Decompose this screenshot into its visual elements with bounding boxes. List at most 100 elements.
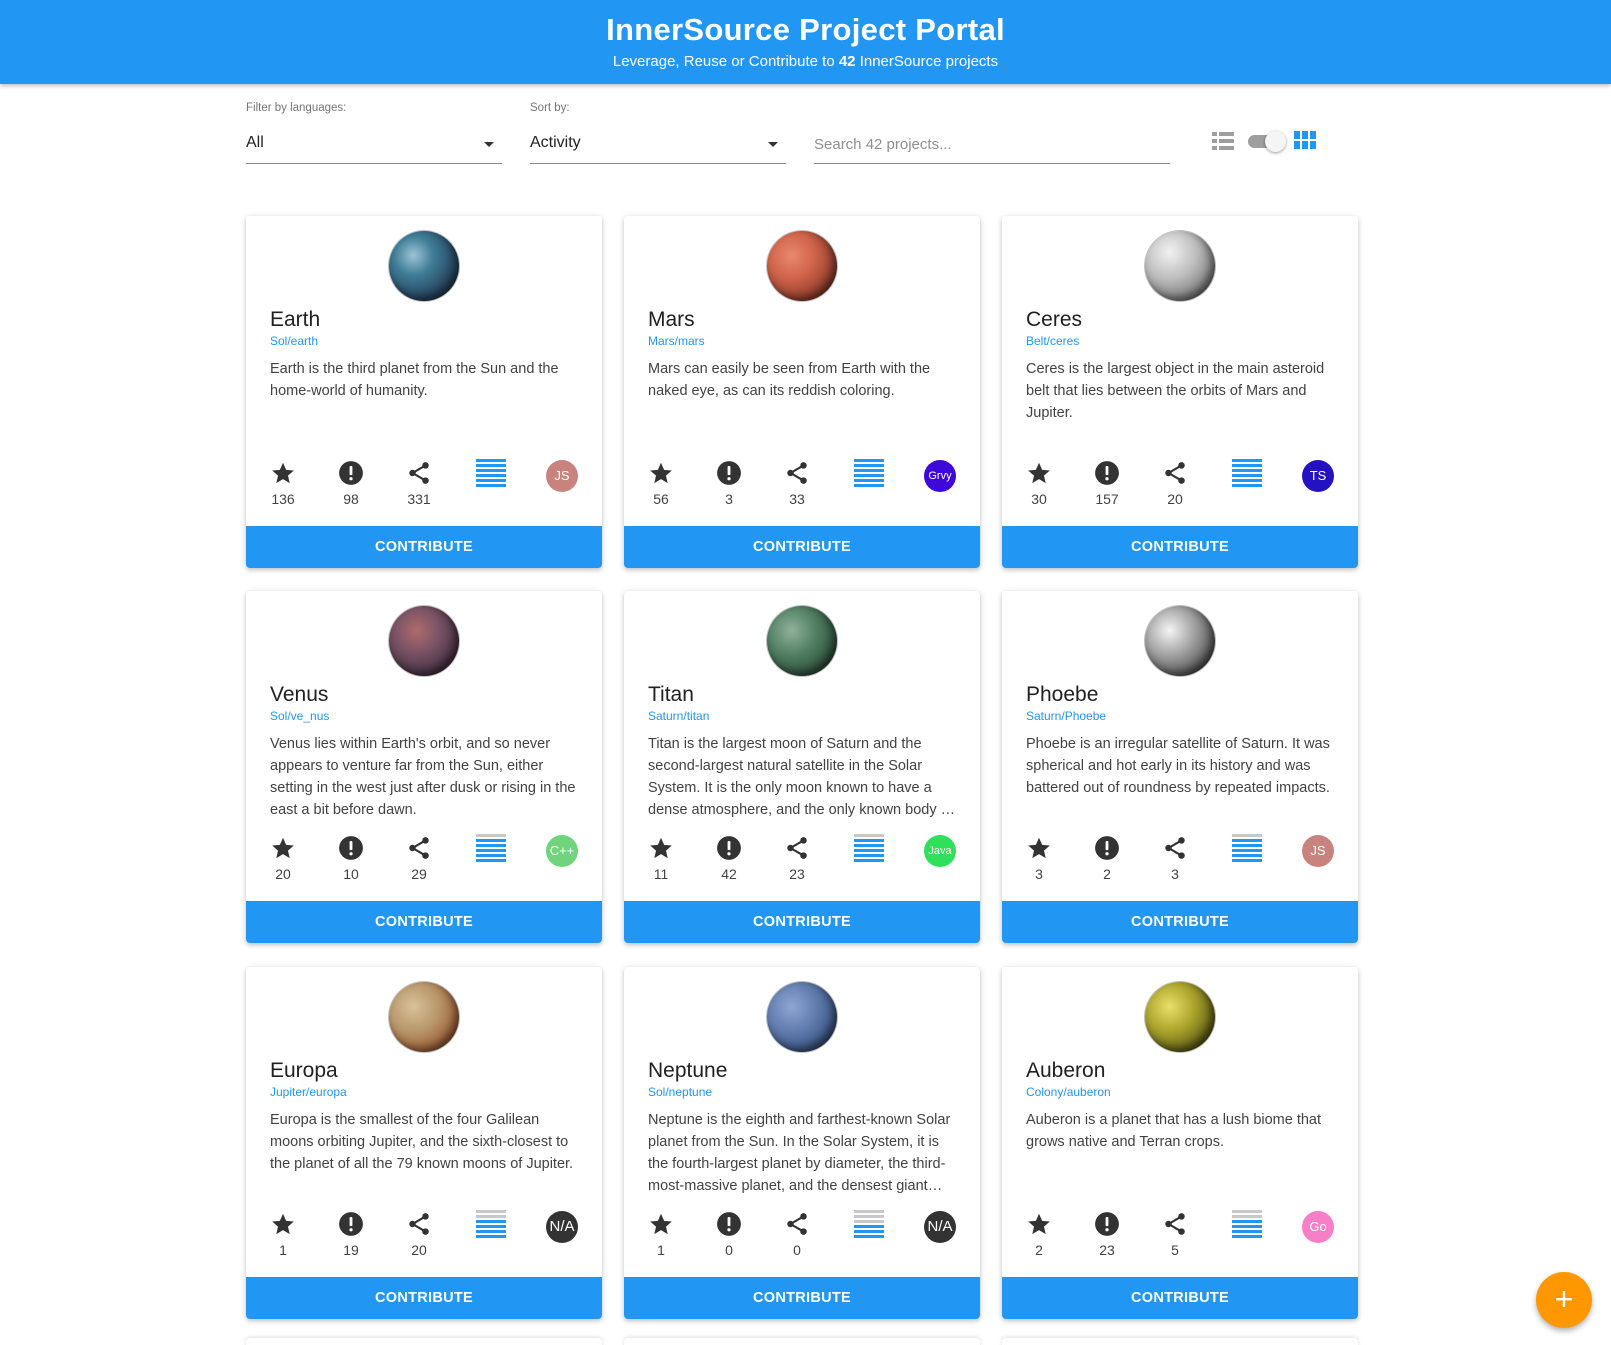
activity-bar: [1232, 469, 1262, 472]
activity-bar: [476, 484, 506, 487]
project-logo: [389, 982, 459, 1052]
project-repo-link[interactable]: Saturn/Phoebe: [1026, 709, 1106, 723]
project-title[interactable]: Auberon: [1026, 1059, 1105, 1083]
activity-bar: [476, 839, 506, 842]
issues-count: 3: [725, 491, 733, 507]
project-issues: 23: [1079, 1211, 1135, 1258]
activity-bar: [1232, 459, 1262, 462]
project-forks: 331: [391, 460, 447, 507]
project-card[interactable]: Neptune Sol/neptune Neptune is the eighth …: [624, 967, 980, 1319]
activity-bar: [854, 844, 884, 847]
language-badge: JS: [546, 460, 578, 492]
activity-bar: [1232, 1230, 1262, 1233]
project-repo-link[interactable]: Sol/ve_nus: [270, 709, 329, 723]
issues-count: 10: [343, 866, 359, 882]
language-badge: JS: [1302, 835, 1334, 867]
project-repo-link[interactable]: Belt/ceres: [1026, 334, 1079, 348]
activity-bar: [1232, 1210, 1262, 1213]
activity-bars-icon: [1232, 459, 1262, 487]
project-repo-link[interactable]: Saturn/titan: [648, 709, 709, 723]
activity-bar: [1232, 854, 1262, 857]
issues-count: 2: [1103, 866, 1111, 882]
project-repo-link[interactable]: Colony/auberon: [1026, 1085, 1111, 1099]
stars-count: 30: [1031, 491, 1047, 507]
project-forks: 20: [1147, 460, 1203, 507]
activity-bar: [476, 464, 506, 467]
project-title[interactable]: Earth: [270, 308, 320, 332]
project-issues: 98: [323, 460, 379, 507]
activity-bar: [854, 1235, 884, 1238]
project-forks: 23: [769, 835, 825, 882]
activity-bars-icon: [854, 459, 884, 487]
project-title[interactable]: Titan: [648, 683, 694, 707]
activity-bar: [1232, 474, 1262, 477]
stars-count: 3: [1035, 866, 1043, 882]
project-forks: 0: [769, 1211, 825, 1258]
language-badge: N/A: [924, 1211, 956, 1243]
language-filter[interactable]: Filter by languages: All: [246, 102, 502, 164]
language-select[interactable]: All: [246, 122, 502, 164]
contribute-button[interactable]: CONTRIBUTE: [624, 1277, 980, 1319]
filter-toolbar: Filter by languages: All Sort by: Activi…: [246, 102, 1346, 172]
star-icon: [270, 1211, 296, 1237]
activity-bar: [476, 844, 506, 847]
contribute-button[interactable]: CONTRIBUTE: [246, 901, 602, 943]
project-card[interactable]: Earth Sol/earth Earth is the third planet …: [246, 216, 602, 568]
issues-count: 157: [1095, 491, 1119, 507]
contribute-button[interactable]: CONTRIBUTE: [246, 1277, 602, 1319]
contribute-button[interactable]: CONTRIBUTE: [1002, 1277, 1358, 1319]
project-title[interactable]: Venus: [270, 683, 328, 707]
issues-count: 0: [725, 1242, 733, 1258]
view-toggle[interactable]: [1212, 130, 1332, 154]
project-issues: 42: [701, 835, 757, 882]
contribute-button[interactable]: CONTRIBUTE: [1002, 526, 1358, 568]
switch-knob[interactable]: [1265, 131, 1286, 152]
view-switch[interactable]: [1248, 131, 1286, 152]
grid-view-icon[interactable]: [1294, 131, 1316, 149]
activity-bar: [854, 464, 884, 467]
sort-select[interactable]: Activity: [530, 122, 786, 164]
activity-bars-icon: [476, 834, 506, 862]
project-repo-link[interactable]: Jupiter/europa: [270, 1085, 347, 1099]
project-repo-link[interactable]: Sol/earth: [270, 334, 318, 348]
project-logo: [1145, 982, 1215, 1052]
activity-bar: [476, 834, 506, 837]
stars-count: 11: [653, 866, 669, 882]
project-repo-link[interactable]: Sol/neptune: [648, 1085, 712, 1099]
project-card[interactable]: Mars Mars/mars Mars can easily be seen fro…: [624, 216, 980, 568]
issue-icon: [716, 1211, 742, 1237]
contribute-button[interactable]: CONTRIBUTE: [624, 901, 980, 943]
project-title[interactable]: Europa: [270, 1059, 338, 1083]
project-card[interactable]: Europa Jupiter/europa Europa is the smalle…: [246, 967, 602, 1319]
project-stars: 1: [633, 1211, 689, 1258]
project-card[interactable]: Ceres Belt/ceres Ceres is the largest obje…: [1002, 216, 1358, 568]
contribute-button[interactable]: CONTRIBUTE: [1002, 901, 1358, 943]
search-input[interactable]: [814, 122, 1170, 162]
project-title[interactable]: Mars: [648, 308, 695, 332]
forks-count: 0: [793, 1242, 801, 1258]
project-issues: 157: [1079, 460, 1135, 507]
activity-bar: [476, 859, 506, 862]
project-repo-link[interactable]: Mars/mars: [648, 334, 705, 348]
contribute-button[interactable]: CONTRIBUTE: [624, 526, 980, 568]
project-title[interactable]: Phoebe: [1026, 683, 1098, 707]
project-title[interactable]: Ceres: [1026, 308, 1082, 332]
fork-icon: [784, 460, 810, 486]
project-card-partial: [246, 1338, 602, 1345]
project-issues: 3: [701, 460, 757, 507]
activity-bar: [854, 839, 884, 842]
search-field[interactable]: [814, 122, 1170, 164]
fork-icon: [1162, 1211, 1188, 1237]
add-project-button[interactable]: +: [1536, 1272, 1592, 1328]
contribute-button[interactable]: CONTRIBUTE: [246, 526, 602, 568]
project-card[interactable]: Phoebe Saturn/Phoebe Phoebe is an irregula…: [1002, 591, 1358, 943]
project-description: Auberon is a planet that has a lush biom…: [1026, 1112, 1322, 1150]
sort-filter[interactable]: Sort by: Activity: [530, 102, 786, 164]
list-view-icon[interactable]: [1212, 132, 1234, 150]
project-card[interactable]: Titan Saturn/titan Titan is the largest mo…: [624, 591, 980, 943]
activity-bar: [1232, 1235, 1262, 1238]
activity-bar: [1232, 484, 1262, 487]
project-card[interactable]: Auberon Colony/auberon Auberon is a planet…: [1002, 967, 1358, 1319]
project-card[interactable]: Venus Sol/ve_nus Venus lies within Earth's…: [246, 591, 602, 943]
project-title[interactable]: Neptune: [648, 1059, 727, 1083]
